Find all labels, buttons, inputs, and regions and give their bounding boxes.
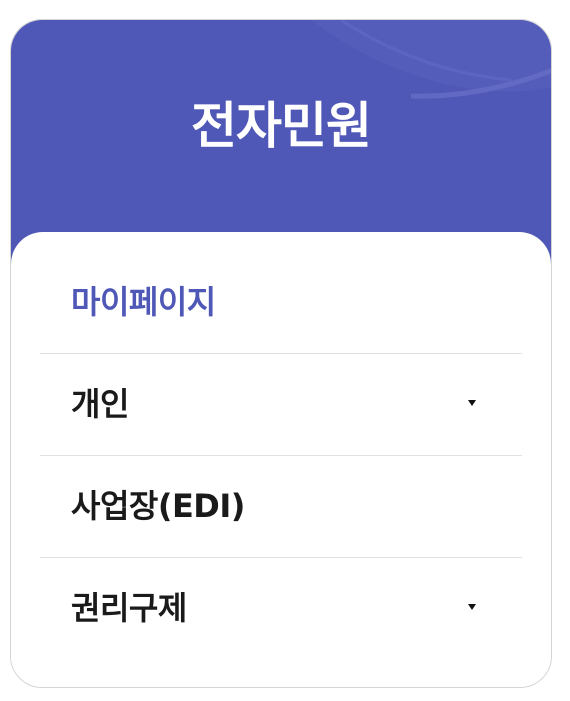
menu-item-personal[interactable]: 개인 [40,354,522,456]
menu-item-label: 마이페이지 [71,283,216,321]
menu-item-mypage[interactable]: 마이페이지 [40,252,522,354]
menu-item-label: 권리구제 [71,589,187,627]
caret-down-icon[interactable] [468,400,476,406]
side-menu-card: 전자민원 마이페이지 개인 사업장(EDI) 권리구제 [10,19,552,688]
menu-item-label: 사업장(EDI) [71,487,245,525]
menu-title: 전자민원 [191,97,372,155]
menu-item-label: 개인 [71,385,129,423]
menu-item-workplace-edi[interactable]: 사업장(EDI) [40,456,522,558]
caret-down-icon[interactable] [468,604,476,610]
menu-item-rights-relief[interactable]: 권리구제 [40,558,522,660]
menu-list: 마이페이지 개인 사업장(EDI) 권리구제 [11,232,551,687]
